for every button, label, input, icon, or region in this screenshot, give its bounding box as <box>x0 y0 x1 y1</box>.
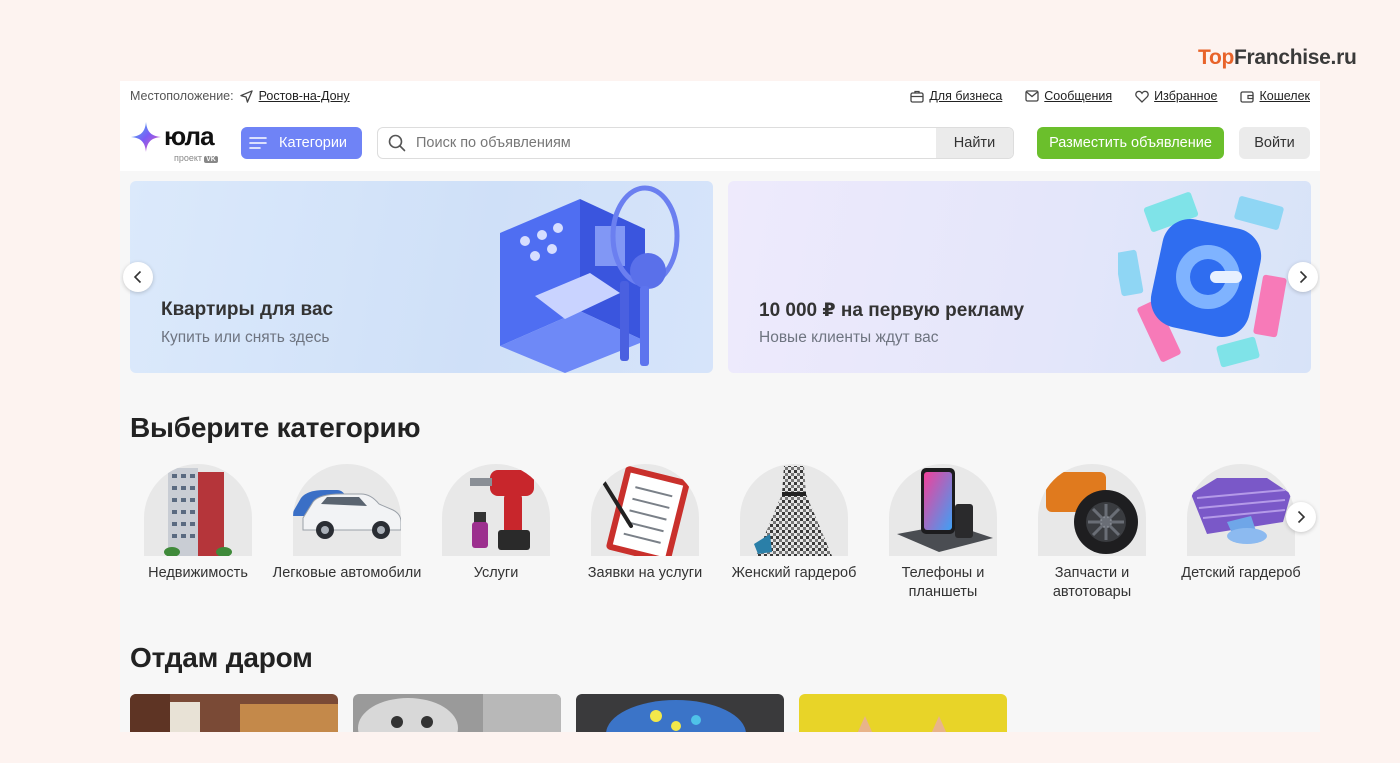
favorites-link[interactable]: Избранное <box>1135 89 1217 103</box>
banner-subtitle: Купить или снять здесь <box>161 329 330 346</box>
top-links: Для бизнеса Сообщения Избранное Кошелек <box>910 89 1310 103</box>
category-label: Услуги <box>473 565 519 581</box>
money-wallet-illustration <box>1118 192 1287 368</box>
banner-title: Квартиры для вас <box>161 299 334 320</box>
banner-apartments[interactable]: Квартиры для вас Купить или снять здесь <box>130 181 713 373</box>
banner-ad-bonus[interactable]: 10 000 ₽ на первую рекламу Новые клиенты… <box>728 181 1311 373</box>
yula-logo[interactable]: юла проект VK <box>130 120 220 164</box>
topfranchise-watermark: TopFranchise.ru <box>1198 46 1357 69</box>
kids-clothes-icon <box>1187 464 1295 556</box>
search-button[interactable]: Найти <box>936 128 1013 158</box>
category-cars[interactable]: Легковые автомобили <box>272 464 422 583</box>
logo-subtext: проект VK <box>174 153 218 163</box>
post-ad-button[interactable]: Разместить объявление <box>1037 127 1224 159</box>
category-label: Недвижимость <box>148 565 248 581</box>
free-items-heading: Отдам даром <box>130 642 313 673</box>
category-services[interactable]: Услуги <box>421 464 571 583</box>
car-icon <box>293 464 401 556</box>
categories-next-arrow[interactable] <box>1286 502 1316 532</box>
chevron-right-icon <box>1297 510 1306 524</box>
location-label: Местоположение: <box>130 89 234 103</box>
item-photo <box>576 694 784 732</box>
category-womens-clothing[interactable]: Женский гардероб <box>719 464 869 583</box>
banner-subtitle: Новые клиенты ждут вас <box>759 329 939 346</box>
category-label: Запчасти и автотовары <box>1052 565 1132 600</box>
briefcase-icon <box>910 90 924 103</box>
header: юла проектVK Категории Найти Разместить … <box>120 113 1320 171</box>
clipboard-icon <box>591 464 699 556</box>
messages-link[interactable]: Сообщения <box>1025 89 1112 103</box>
wheel-icon <box>1038 464 1146 556</box>
banner-prev-arrow[interactable] <box>123 262 153 292</box>
heart-icon <box>1135 90 1149 103</box>
banner-title: 10 000 ₽ на первую рекламу <box>759 300 1025 321</box>
login-button[interactable]: Войти <box>1239 127 1310 159</box>
search-bar: Найти <box>377 127 1014 159</box>
wallet-link[interactable]: Кошелек <box>1240 89 1310 103</box>
category-real-estate[interactable]: Недвижимость <box>123 464 273 583</box>
categories-button[interactable]: Категории <box>241 127 362 159</box>
category-label: Детский гардероб <box>1181 565 1301 581</box>
building-icon <box>144 464 252 556</box>
chevron-right-icon <box>1299 270 1308 284</box>
categories-list: Недвижимость Легковые автомобили Услуги … <box>130 464 1320 609</box>
free-item-card[interactable] <box>353 694 561 732</box>
location: Местоположение: Ростов-на-Дону <box>130 89 350 103</box>
chevron-left-icon <box>133 270 142 284</box>
menu-icon <box>249 137 267 149</box>
dress-icon <box>740 464 848 556</box>
vk-badge: VK <box>204 156 218 163</box>
business-link[interactable]: Для бизнеса <box>910 89 1002 103</box>
item-photo <box>799 694 1007 732</box>
free-item-card[interactable] <box>576 694 784 732</box>
star-logo-icon <box>131 122 161 152</box>
free-items-list <box>130 694 1007 732</box>
item-photo <box>353 694 561 732</box>
free-item-card[interactable] <box>799 694 1007 732</box>
city-link[interactable]: Ростов-на-Дону <box>259 89 350 103</box>
browser-page: Местоположение: Ростов-на-Дону Для бизне… <box>120 81 1320 732</box>
category-auto-parts[interactable]: Запчасти и автотовары <box>1017 464 1167 602</box>
category-label: Телефоны и планшеты <box>901 565 985 600</box>
free-item-card[interactable] <box>130 694 338 732</box>
category-label: Заявки на услуги <box>587 565 703 581</box>
item-photo <box>130 694 338 732</box>
category-service-requests[interactable]: Заявки на услуги <box>570 464 720 583</box>
location-arrow-icon <box>239 89 253 103</box>
search-icon <box>378 128 416 158</box>
phone-icon <box>889 464 997 556</box>
search-input[interactable] <box>416 128 936 158</box>
drill-icon <box>442 464 550 556</box>
category-label: Легковые автомобили <box>272 565 422 581</box>
top-bar: Местоположение: Ростов-на-Дону Для бизне… <box>120 81 1320 113</box>
category-phones[interactable]: Телефоны и планшеты <box>868 464 1018 602</box>
banner-next-arrow[interactable] <box>1288 262 1318 292</box>
logo-text: юла <box>164 121 215 151</box>
mail-icon <box>1025 90 1039 102</box>
category-label: Женский гардероб <box>731 565 857 581</box>
apartment-keys-illustration <box>500 185 680 373</box>
categories-heading: Выберите категорию <box>130 412 421 443</box>
wallet-icon <box>1240 90 1255 103</box>
